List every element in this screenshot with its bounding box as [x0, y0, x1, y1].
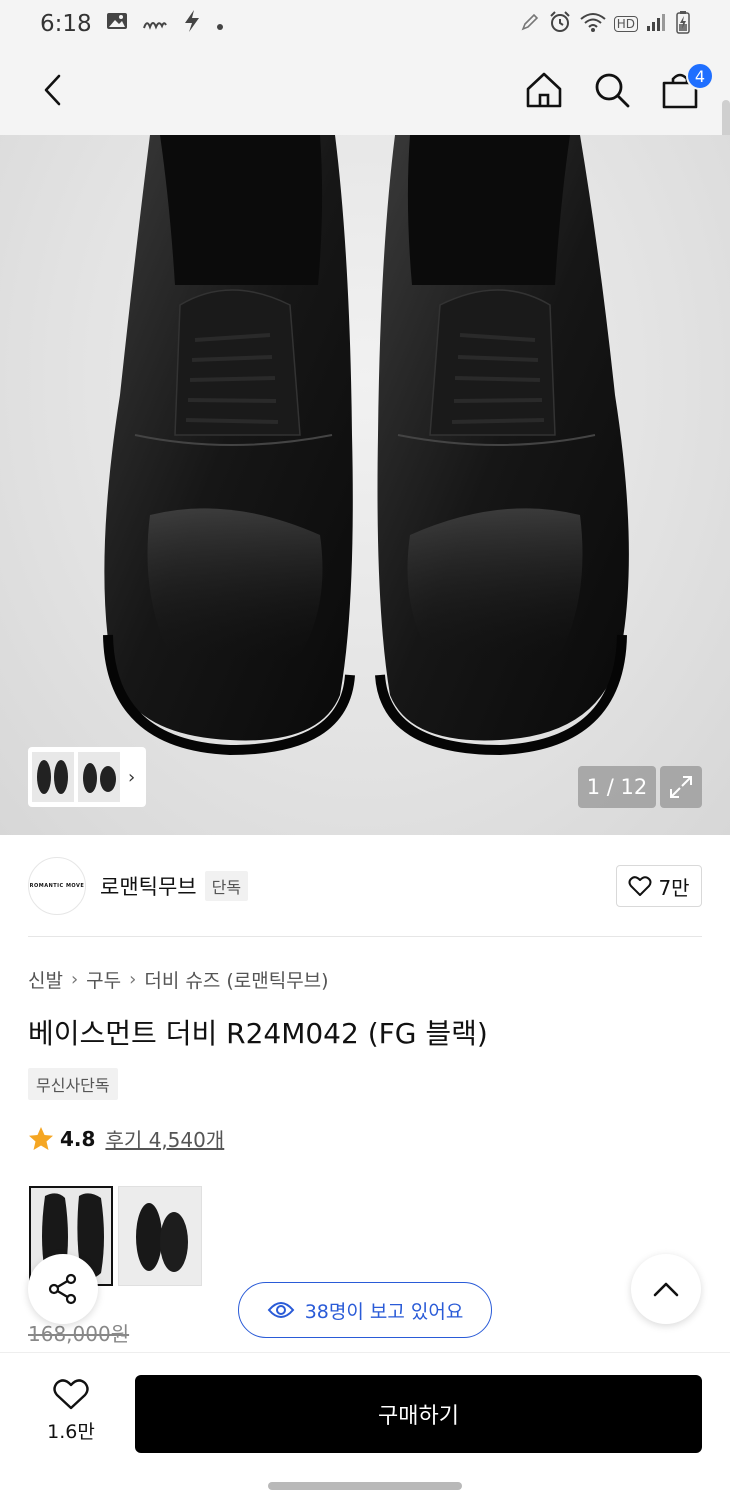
pen-icon [520, 12, 540, 36]
chevron-right-icon: › [70, 969, 79, 990]
buy-button[interactable]: 구매하기 [135, 1375, 702, 1453]
app-notification-icon [142, 12, 168, 37]
live-viewers-pill: 38명이 보고 있어요 [238, 1282, 492, 1338]
original-price: 168,000원 [28, 1322, 130, 1346]
status-time: 6:18 [40, 11, 92, 37]
live-viewers-text: 38명이 보고 있어요 [304, 1300, 464, 1323]
alarm-icon [548, 10, 572, 38]
variant-thumbnail-2[interactable] [118, 1186, 202, 1286]
home-icon [526, 72, 562, 108]
brand-logo[interactable]: ROMANTIC MOVE [28, 857, 86, 915]
section-divider [28, 936, 702, 937]
musinsa-exclusive-badge: 무신사단독 [28, 1068, 118, 1100]
heart-outline-icon [628, 876, 652, 896]
image-thumbnail-strip[interactable]: › [28, 747, 146, 807]
brand-row: ROMANTIC MOVE 로맨틱무브 단독 7만 [28, 856, 702, 916]
search-button[interactable] [590, 66, 634, 114]
thumbnail-2[interactable] [78, 752, 120, 802]
brand-like-count: 7만 [658, 875, 690, 900]
breadcrumb-item-derby[interactable]: 더비 슈즈 (로맨틱무브) [144, 966, 328, 993]
product-image [103, 135, 629, 756]
wishlist-count: 1.6만 [47, 1421, 95, 1443]
chevron-right-icon[interactable]: › [128, 767, 135, 788]
expand-icon [670, 776, 692, 798]
wifi-icon [580, 11, 606, 37]
top-nav-bar: 4 [0, 48, 730, 180]
hd-label: HD [613, 16, 638, 32]
breadcrumb-item-shoes[interactable]: 신발 [28, 966, 63, 993]
share-button[interactable] [28, 1254, 98, 1324]
chevron-right-icon: › [129, 969, 137, 990]
gallery-notification-icon [106, 11, 128, 37]
brand-exclusive-tag: 단독 [204, 871, 249, 901]
rating-summary: 4.8 후기 4,540개 [28, 1124, 224, 1153]
share-icon [48, 1273, 77, 1305]
eye-icon [267, 1302, 295, 1318]
rating-score: 4.8 [60, 1126, 96, 1151]
brand-logo-text: ROMANTIC MOVE [29, 883, 85, 889]
expand-image-button[interactable] [660, 766, 702, 808]
wishlist-button[interactable]: 1.6만 [28, 1379, 114, 1444]
signal-icon [646, 12, 668, 36]
image-counter: 1 / 12 [578, 766, 656, 808]
brand-like-button[interactable]: 7만 [616, 865, 702, 907]
status-bar: 6:18 HD [0, 0, 730, 48]
heart-outline-icon [53, 1379, 89, 1410]
home-gesture-handle[interactable] [268, 1482, 462, 1490]
battery-charging-icon [676, 10, 690, 38]
chevron-up-icon [653, 1282, 679, 1297]
chevron-left-icon [44, 74, 61, 106]
cart-button[interactable]: 4 [658, 62, 714, 114]
breadcrumb-item-dress-shoes[interactable]: 구두 [86, 966, 121, 993]
search-icon [595, 73, 630, 108]
purchase-bar: 1.6만 구매하기 [0, 1352, 730, 1462]
reviews-link[interactable]: 후기 4,540개 [105, 1124, 224, 1153]
cart-count-badge: 4 [686, 62, 714, 90]
scroll-to-top-button[interactable] [631, 1254, 701, 1324]
home-button[interactable] [522, 66, 566, 114]
star-icon [29, 1126, 53, 1150]
bolt-notification-icon [182, 9, 202, 39]
breadcrumb: 신발 › 구두 › 더비 슈즈 (로맨틱무브) [28, 966, 329, 993]
system-nav-bar [0, 1462, 730, 1500]
product-image-carousel[interactable]: › 1 / 12 [0, 135, 730, 835]
brand-name[interactable]: 로맨틱무브 [100, 871, 197, 901]
more-notifications-dot-icon [216, 12, 224, 37]
product-title: 베이스먼트 더비 R24M042 (FG 블랙) [28, 1017, 488, 1050]
thumbnail-1[interactable] [32, 752, 74, 802]
back-button[interactable] [30, 68, 74, 112]
